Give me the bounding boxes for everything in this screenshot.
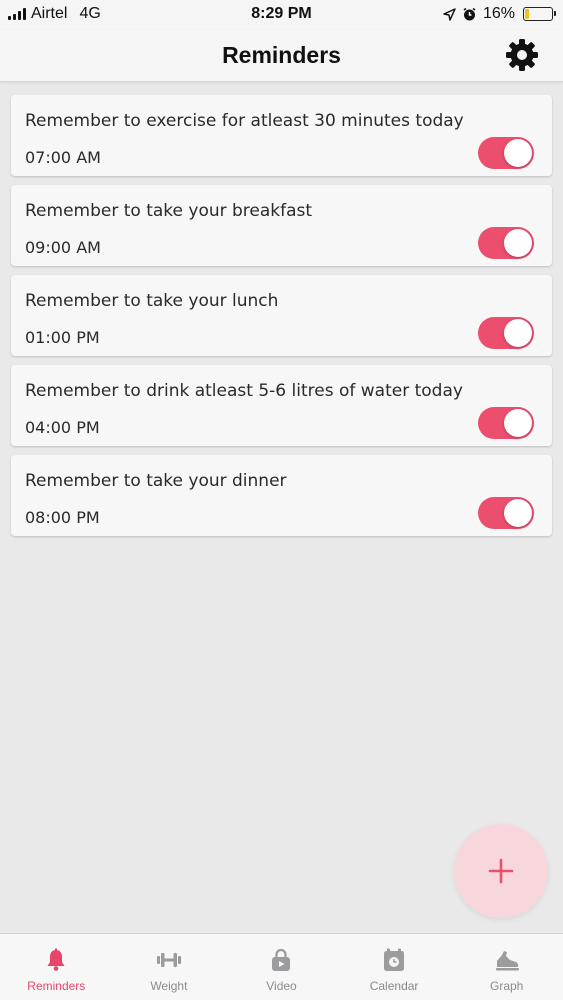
tab-label: Video <box>266 979 297 993</box>
tab-graph[interactable]: Graph <box>450 934 563 1000</box>
reminder-toggle[interactable] <box>478 407 534 439</box>
battery-level <box>525 9 530 19</box>
toggle-knob <box>504 319 532 347</box>
toggle-knob <box>504 409 532 437</box>
gear-icon <box>506 39 538 71</box>
tab-bar: Reminders Weight Video Calendar Graph <box>0 933 563 1000</box>
bell-icon <box>43 947 69 973</box>
tab-label: Weight <box>150 979 188 993</box>
reminder-time: 07:00 AM <box>25 148 101 167</box>
settings-button[interactable] <box>505 38 539 72</box>
add-reminder-button[interactable] <box>454 824 548 918</box>
reminder-card[interactable]: Remember to take your dinner 08:00 PM <box>11 455 552 536</box>
reminder-time: 08:00 PM <box>25 508 100 527</box>
tab-weight[interactable]: Weight <box>113 934 226 1000</box>
status-bar: Airtel 4G 8:29 PM 16% <box>0 0 563 30</box>
toggle-knob <box>504 499 532 527</box>
reminder-card[interactable]: Remember to drink atleast 5-6 litres of … <box>11 365 552 446</box>
page-title: Reminders <box>222 42 341 68</box>
tab-video[interactable]: Video <box>225 934 338 1000</box>
tab-label: Reminders <box>27 979 86 993</box>
plus-icon <box>488 858 514 884</box>
reminder-card[interactable]: Remember to take your breakfast 09:00 AM <box>11 185 552 266</box>
battery-percent: 16% <box>482 5 515 22</box>
tab-label: Graph <box>489 979 524 993</box>
tab-calendar[interactable]: Calendar <box>338 934 451 1000</box>
reminder-toggle[interactable] <box>478 227 534 259</box>
reminder-list: Remember to exercise for atleast 30 minu… <box>11 95 552 545</box>
location-arrow-icon <box>443 7 456 21</box>
toggle-knob <box>504 229 532 257</box>
header: Reminders <box>0 30 563 82</box>
status-right: 16% <box>443 5 556 23</box>
reminder-text: Remember to take your breakfast <box>25 201 313 221</box>
tab-label: Calendar <box>369 979 419 993</box>
tab-reminders[interactable]: Reminders <box>0 934 113 1000</box>
alarm-clock-icon <box>462 7 477 22</box>
reminder-card[interactable]: Remember to take your lunch 01:00 PM <box>11 275 552 356</box>
battery-icon <box>523 7 556 21</box>
reminder-time: 09:00 AM <box>25 238 101 257</box>
reminder-toggle[interactable] <box>478 137 534 169</box>
dumbbell-icon <box>156 947 182 973</box>
calendar-icon <box>381 947 407 973</box>
reminder-card[interactable]: Remember to exercise for atleast 30 minu… <box>11 95 552 176</box>
reminder-time: 01:00 PM <box>25 328 100 347</box>
reminder-text: Remember to take your lunch <box>25 291 279 311</box>
shoe-icon <box>494 947 520 973</box>
toggle-knob <box>504 139 532 167</box>
reminder-time: 04:00 PM <box>25 418 100 437</box>
video-icon <box>268 947 294 973</box>
reminder-toggle[interactable] <box>478 317 534 349</box>
reminder-text: Remember to take your dinner <box>25 471 287 491</box>
reminder-text: Remember to drink atleast 5-6 litres of … <box>25 381 463 401</box>
reminder-text: Remember to exercise for atleast 30 minu… <box>25 111 464 131</box>
reminder-toggle[interactable] <box>478 497 534 529</box>
